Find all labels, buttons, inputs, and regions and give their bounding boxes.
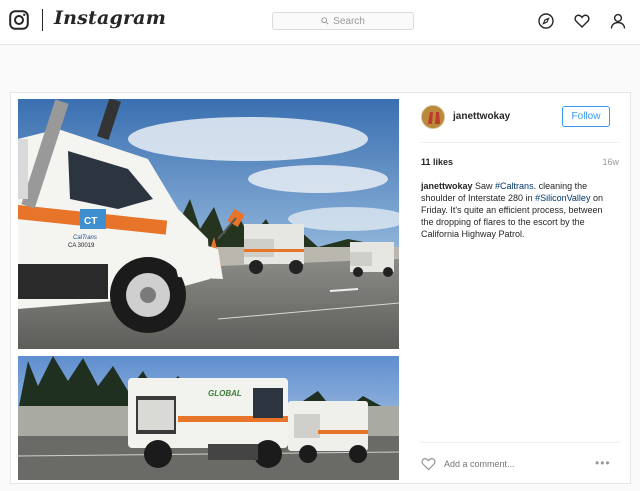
profile-icon[interactable] — [610, 13, 626, 29]
post-card: CT CalTrans CA 30019 GLOBAL janettwokay … — [10, 92, 631, 484]
nav-divider — [42, 9, 43, 31]
caption-text: Saw — [472, 181, 496, 191]
avatar[interactable] — [421, 105, 445, 129]
post-age[interactable]: 16w — [602, 157, 619, 167]
truck-logo-text: CT — [84, 216, 97, 227]
comment-input[interactable] — [444, 459, 561, 469]
post-caption: janettwokay Saw #Caltrans. cleaning the … — [421, 180, 611, 240]
hashtag-caltrans[interactable]: #Caltrans — [495, 181, 534, 191]
truck-unit-text: CA 30019 — [68, 243, 95, 249]
search-input[interactable]: Search — [272, 12, 414, 30]
more-options-button[interactable]: ••• — [595, 456, 611, 470]
follow-button[interactable]: Follow — [562, 106, 610, 127]
heart-icon[interactable] — [574, 13, 590, 29]
like-heart-icon[interactable] — [421, 457, 436, 471]
truck-district-text: CalTrans — [73, 235, 97, 241]
hashtag-siliconvalley[interactable]: #SiliconValley — [535, 193, 590, 203]
post-username[interactable]: janettwokay — [453, 111, 510, 122]
caption-username[interactable]: janettwokay — [421, 181, 473, 191]
camera-icon[interactable] — [9, 10, 29, 30]
sweeper-brand-text: GLOBAL — [208, 389, 242, 398]
instagram-wordmark[interactable]: Instagram — [54, 7, 166, 29]
divider — [421, 442, 619, 443]
compass-icon[interactable] — [538, 13, 554, 29]
top-nav: Instagram Search — [0, 0, 640, 45]
search-icon — [321, 17, 329, 25]
post-photo-secondary[interactable]: GLOBAL — [18, 356, 399, 480]
post-photo-main[interactable]: CT CalTrans CA 30019 — [18, 99, 399, 349]
post-sidebar: janettwokay Follow 11 likes 16w janettwo… — [409, 93, 631, 485]
likes-count[interactable]: 11 likes — [421, 157, 453, 167]
divider — [421, 142, 619, 143]
search-placeholder: Search — [333, 15, 365, 27]
